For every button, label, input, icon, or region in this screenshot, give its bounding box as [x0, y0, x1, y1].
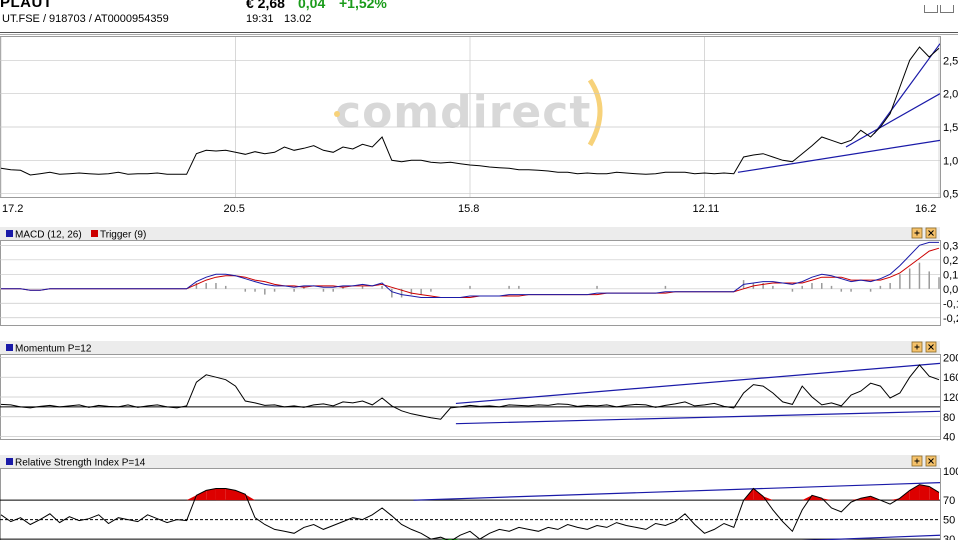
rsi-panel: Relative Strength Index P=14 30 50 70 100: [0, 455, 958, 540]
rsi-overbought-fill: [919, 484, 930, 501]
price-y-tick-labels: 0,5 1,0 1,5 2,0 2,5: [943, 55, 958, 200]
expand-icon[interactable]: [911, 227, 923, 239]
price-y-tick-0: 0,5: [943, 189, 958, 201]
rsi-plot-area: [0, 468, 941, 540]
watermark-dot: [334, 111, 340, 117]
momentum-y-tick-0: 40: [943, 432, 955, 444]
macd-y-tick-3: 0,1: [943, 269, 958, 281]
momentum-header-bar: [0, 341, 940, 354]
close-icon[interactable]: [925, 455, 937, 467]
rsi-y-tick-2: 70: [943, 495, 955, 507]
rsi-overbought-fill: [215, 488, 226, 501]
momentum-legend-swatch: [6, 344, 13, 351]
macd-y-tick-0: -0,2: [943, 313, 958, 325]
momentum-y-tick-1: 80: [943, 412, 955, 424]
momentum-y-tick-4: 200: [943, 352, 958, 364]
price-y-tick-3: 2,0: [943, 89, 958, 101]
close-icon[interactable]: [925, 227, 937, 239]
momentum-y-tick-3: 160: [943, 372, 958, 384]
rsi-y-tick-labels: 30 50 70 100: [943, 466, 958, 540]
momentum-y-tick-labels: 40 80 120 160 200: [943, 352, 958, 443]
price-x-tick-4: 16.2: [915, 203, 936, 215]
rsi-legend-swatch: [6, 458, 13, 465]
rsi-y-tick-3: 100: [943, 466, 958, 478]
macd-y-tick-4: 0,2: [943, 255, 958, 267]
macd-y-tick-2: 0,0: [943, 284, 958, 296]
price-x-tick-3: 12.11: [693, 203, 720, 215]
rsi-y-tick-1: 50: [943, 515, 955, 527]
close-icon[interactable]: [925, 341, 937, 353]
macd-y-tick-labels: -0,2 -0,1 0,0 0,1 0,2 0,3: [943, 240, 958, 324]
rsi-legend-label: Relative Strength Index P=14: [15, 458, 146, 469]
momentum-y-tick-2: 120: [943, 392, 958, 404]
price-y-tick-2: 1,5: [943, 122, 958, 134]
price-x-tick-0: 17.2: [2, 203, 23, 215]
rsi-y-tick-0: 30: [943, 534, 955, 540]
expand-icon[interactable]: [911, 455, 923, 467]
price-x-tick-1: 20.5: [224, 203, 245, 215]
watermark-text: comdirect: [335, 87, 591, 138]
price-x-tick-labels: 17.2 20.5 15.8 12.11 16.2: [2, 203, 936, 215]
macd-y-tick-1: -0,1: [943, 298, 958, 310]
macd-y-tick-5: 0,3: [943, 240, 958, 252]
price-y-tick-4: 2,5: [943, 55, 958, 67]
macd-legend-label: MACD (12, 26): [15, 230, 82, 241]
momentum-legend-label: Momentum P=12: [15, 344, 92, 355]
price-panel: comdirect 0,5 1,0 1,5 2,0 2,5 17.2 20.5 15.8 12…: [0, 36, 958, 215]
macd-panel: MACD (12, 26) Trigger (9) -0,2 -0,1 0,0 0,1…: [0, 227, 958, 326]
expand-icon[interactable]: [911, 341, 923, 353]
chart-canvas: comdirect 0,5 1,0 1,5 2,0 2,5 17.2 20.5 15.8 12…: [0, 32, 958, 540]
price-y-tick-1: 1,0: [943, 155, 958, 167]
trigger-legend-label: Trigger (9): [100, 230, 146, 241]
trigger-legend-swatch: [91, 230, 98, 237]
price-x-tick-2: 15.8: [458, 203, 479, 215]
macd-legend-swatch: [6, 230, 13, 237]
momentum-panel: Momentum P=12 40 80 120 160 200: [0, 341, 958, 444]
